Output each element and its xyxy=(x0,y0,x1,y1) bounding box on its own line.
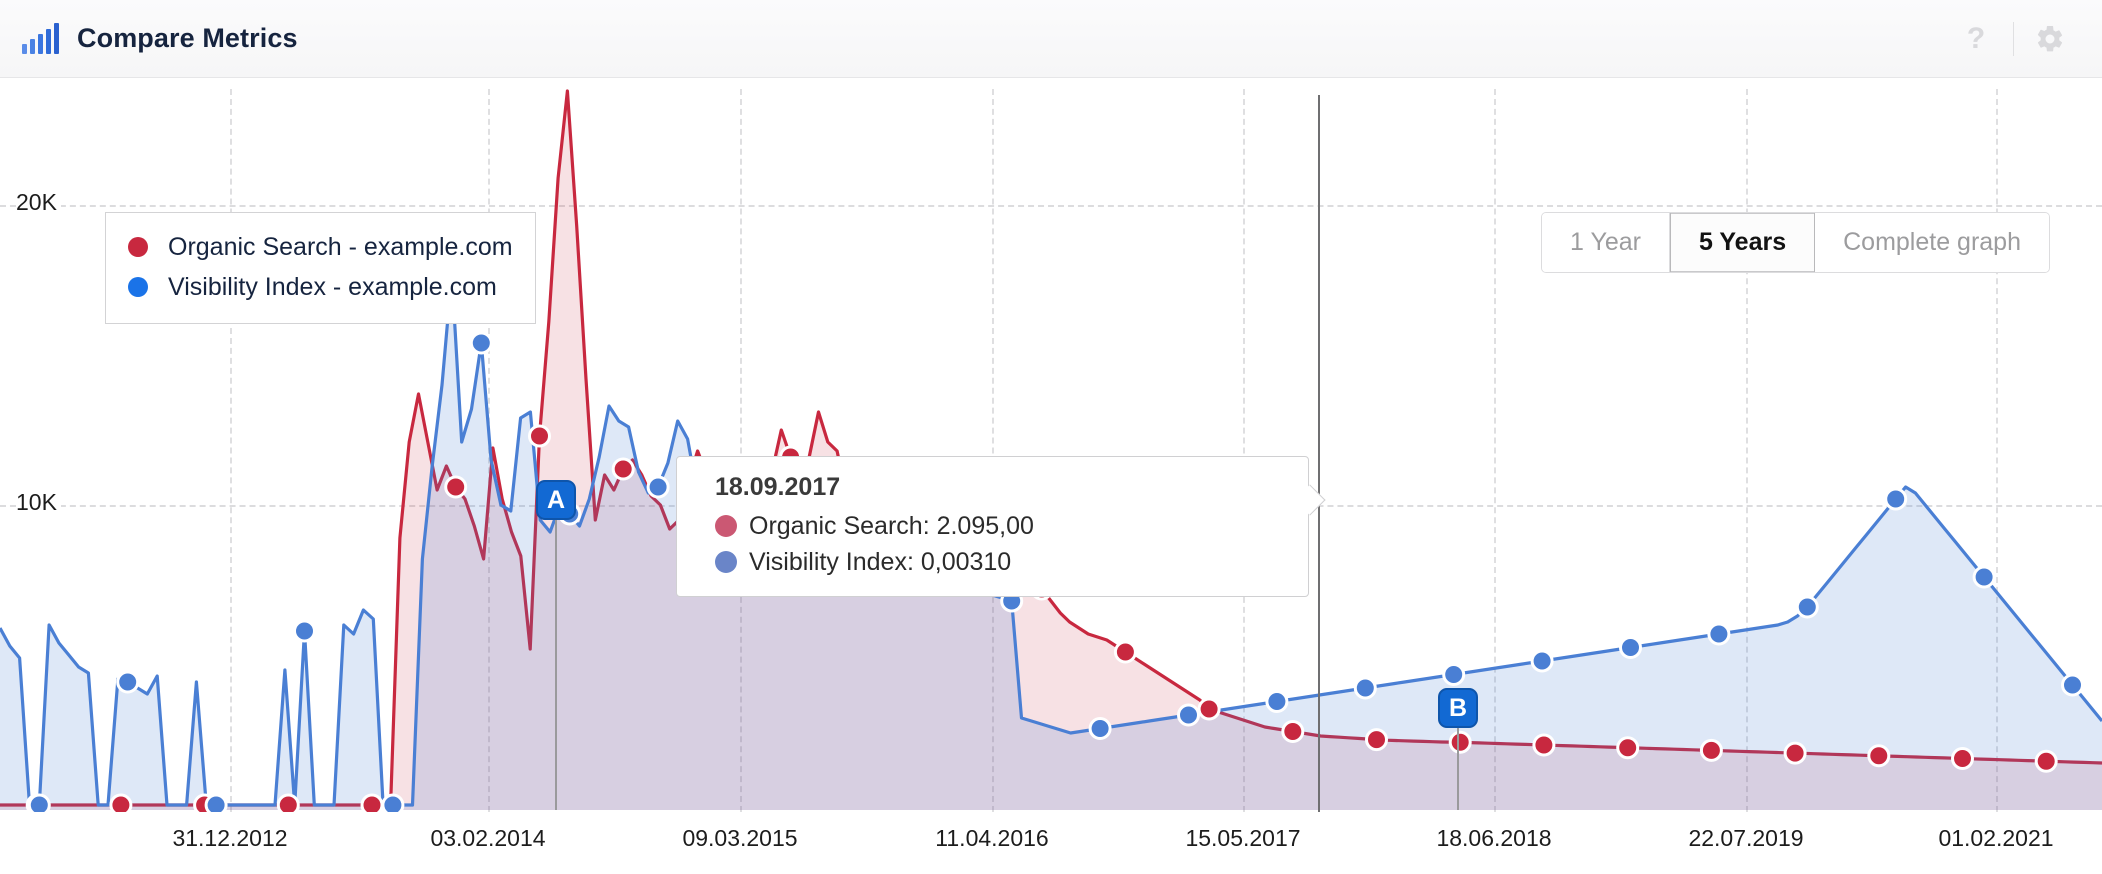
tooltip-row-visibility-index: Visibility Index: 0,00310 xyxy=(715,544,1308,580)
data-point[interactable] xyxy=(1972,565,1996,589)
annotation-stem xyxy=(555,500,557,810)
data-point[interactable] xyxy=(1113,640,1137,664)
x-axis-tick-label: 15.05.2017 xyxy=(1185,825,1301,851)
header-left: Compare Metrics xyxy=(0,22,298,54)
header-right: ? xyxy=(1953,16,2102,62)
data-point[interactable] xyxy=(444,475,468,499)
compare-metrics-panel: Compare Metrics ? 20K 10K 31.12.2012 03.0… xyxy=(0,0,2102,874)
tooltip-date: 18.09.2017 xyxy=(715,473,841,501)
data-point[interactable] xyxy=(469,331,493,355)
data-point[interactable] xyxy=(1951,747,1974,770)
data-point[interactable] xyxy=(2061,673,2084,697)
x-axis-tick-label: 01.02.2021 xyxy=(1938,825,2054,851)
range-button-1-year[interactable]: 1 Year xyxy=(1542,213,1670,272)
data-point[interactable] xyxy=(611,457,635,481)
chart-legend: Organic Search - example.com Visibility … xyxy=(105,212,536,324)
tooltip-color-dot-red xyxy=(715,515,737,537)
gear-icon[interactable] xyxy=(2028,17,2072,61)
data-point[interactable] xyxy=(1707,622,1731,646)
data-point[interactable] xyxy=(27,793,51,812)
data-point[interactable] xyxy=(528,424,551,448)
legend-label: Visibility Index - example.com xyxy=(168,272,497,301)
legend-item-visibility-index[interactable]: Visibility Index - example.com xyxy=(128,267,513,307)
data-point-tooltip: 18.09.2017 Organic Search: 2.095,00 Visi… xyxy=(676,456,1326,597)
data-point[interactable] xyxy=(109,793,133,812)
x-axis-tick-label: 18.06.2018 xyxy=(1436,825,1552,851)
range-button-5-years[interactable]: 5 Years xyxy=(1669,213,1816,272)
data-point[interactable] xyxy=(1177,703,1200,727)
x-axis-tick-label: 11.04.2016 xyxy=(935,825,1049,851)
chart-container: 20K 10K 31.12.2012 03.02.2014 09.03.2015 11… xyxy=(0,79,2102,874)
data-point[interactable] xyxy=(1795,595,1819,619)
question-mark-icon[interactable]: ? xyxy=(1953,16,1999,62)
tooltip-value: Organic Search: 2.095,00 xyxy=(749,511,1034,540)
series-svg xyxy=(0,89,2102,812)
y-axis-tick-20k: 20K xyxy=(16,189,61,216)
page-title: Compare Metrics xyxy=(77,23,298,53)
data-point[interactable] xyxy=(1884,487,1908,511)
annotation-marker-b[interactable]: B xyxy=(1438,688,1478,728)
data-point[interactable] xyxy=(276,793,300,812)
data-point[interactable] xyxy=(646,475,670,499)
data-point[interactable] xyxy=(1783,741,1807,765)
y-axis-tick-10k: 10K xyxy=(16,489,61,516)
range-button-complete-graph[interactable]: Complete graph xyxy=(1815,213,2049,272)
x-axis-tick-label: 31.12.2012 xyxy=(172,825,288,851)
legend-item-organic-search[interactable]: Organic Search - example.com xyxy=(128,227,513,267)
data-point[interactable] xyxy=(204,793,228,812)
data-point[interactable] xyxy=(1265,690,1289,713)
data-point[interactable] xyxy=(381,793,405,812)
panel-header: Compare Metrics ? xyxy=(0,0,2102,78)
data-point[interactable] xyxy=(1532,733,1556,757)
data-point[interactable] xyxy=(1442,663,1466,686)
legend-color-dot-red xyxy=(128,237,148,257)
data-point[interactable] xyxy=(1448,730,1472,754)
x-axis-tick-label: 09.03.2015 xyxy=(682,825,798,851)
cursor-line xyxy=(1318,95,1320,812)
data-point[interactable] xyxy=(1281,720,1305,743)
bar-chart-icon xyxy=(22,22,59,54)
tooltip-row-organic-search: Organic Search: 2.095,00 xyxy=(715,508,1308,544)
data-point[interactable] xyxy=(1619,636,1642,659)
legend-color-dot-blue xyxy=(128,277,148,297)
data-point[interactable] xyxy=(1530,649,1554,673)
data-point[interactable] xyxy=(1353,676,1377,700)
x-axis-tick-label: 22.07.2019 xyxy=(1688,825,1804,851)
annotation-marker-a[interactable]: A xyxy=(536,480,576,520)
x-axis-tick-label: 03.02.2014 xyxy=(430,825,546,851)
tooltip-value: Visibility Index: 0,00310 xyxy=(749,547,1012,576)
data-point[interactable] xyxy=(1616,736,1640,760)
time-range-selector[interactable]: 1 Year 5 Years Complete graph xyxy=(1541,212,2050,273)
data-point[interactable] xyxy=(1699,738,1723,762)
tooltip-color-dot-blue xyxy=(715,551,737,573)
data-point[interactable] xyxy=(1197,697,1221,721)
data-point[interactable] xyxy=(293,619,316,643)
data-point[interactable] xyxy=(1088,717,1112,740)
data-point[interactable] xyxy=(116,670,140,694)
data-point[interactable] xyxy=(1365,728,1388,752)
plot-area[interactable] xyxy=(0,79,2102,812)
data-point[interactable] xyxy=(2034,749,2058,773)
data-point[interactable] xyxy=(1867,744,1891,768)
header-divider xyxy=(2013,21,2014,56)
legend-label: Organic Search - example.com xyxy=(168,232,513,261)
data-point[interactable] xyxy=(360,793,384,812)
